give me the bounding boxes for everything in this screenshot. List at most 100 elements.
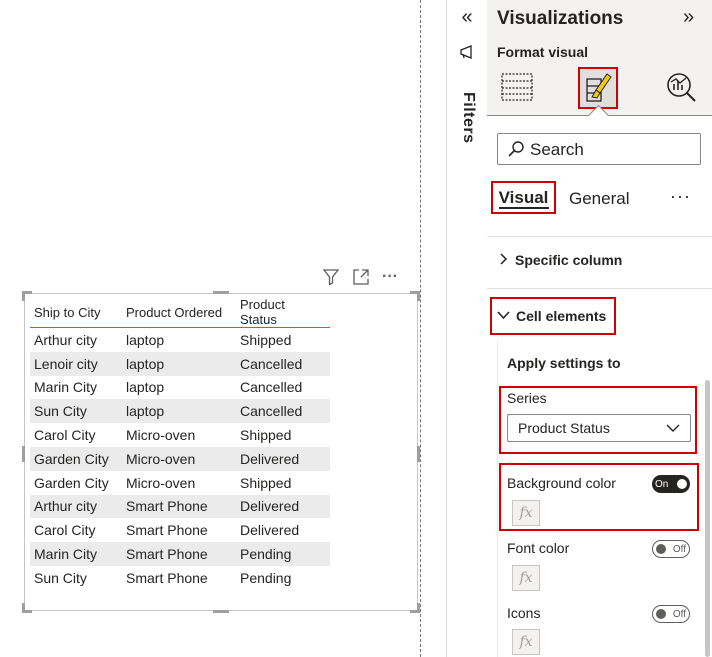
table-cell: Cancelled (240, 379, 303, 396)
chevron-right-icon (497, 252, 509, 268)
canvas-divider (420, 0, 421, 657)
table-cell: Smart Phone (126, 569, 208, 586)
table-cell: Cancelled (236, 399, 330, 424)
toggle-knob (656, 544, 666, 554)
table-cell: Arthur city (30, 494, 122, 519)
font-color-label: Font color (507, 540, 570, 556)
table-cell: Shipped (240, 427, 292, 444)
table-cell: Shipped (240, 474, 292, 491)
pane-title: Visualizations (497, 8, 624, 29)
column-header[interactable]: Product Ordered (122, 297, 236, 328)
more-options-button[interactable]: ··· (670, 186, 691, 207)
filter-icon[interactable] (322, 268, 340, 286)
table-cell: Arthur city (34, 331, 98, 348)
search-icon (507, 140, 525, 163)
table-row[interactable]: Marin City Smart Phone Pending (30, 542, 330, 566)
chevron-down-icon (666, 420, 680, 436)
pane-scrollbar[interactable] (705, 380, 710, 657)
format-visual-label: Format visual (497, 44, 589, 60)
section-label: Specific column (515, 252, 623, 268)
background-color-label: Background color (507, 475, 616, 491)
visual-header: ··· (322, 266, 398, 288)
series-selected-value: Product Status (518, 420, 610, 436)
data-table: Ship to City Product Ordered Product Sta… (30, 297, 330, 590)
table-row[interactable]: Marin City laptop Cancelled (30, 376, 330, 400)
toggle-knob (677, 479, 687, 489)
collapse-filters-icon[interactable]: « (457, 6, 477, 29)
apply-settings-heading: Apply settings to (507, 355, 621, 371)
table-cell: Micro-oven (126, 474, 196, 491)
background-color-toggle[interactable]: On (652, 475, 690, 493)
toggle-knob (656, 609, 666, 619)
table-cell: Marin City (30, 542, 122, 566)
resize-handle[interactable] (22, 291, 25, 301)
table-cell: Delivered (236, 494, 330, 519)
table-row[interactable]: Garden City Micro-oven Shipped (30, 471, 330, 495)
table-row[interactable]: Arthur city laptop Shipped (30, 328, 330, 352)
table-cell: Carol City (34, 427, 96, 444)
section-specific-column[interactable]: Specific column (497, 252, 622, 268)
focus-mode-icon[interactable] (352, 268, 370, 286)
series-dropdown[interactable]: Product Status (507, 414, 691, 442)
table-cell: laptop (126, 331, 165, 348)
table-cell: Smart Phone (122, 542, 236, 566)
table-row[interactable]: Lenoir city laptop Cancelled (30, 351, 330, 376)
table-cell: Marin City (34, 379, 98, 396)
column-header[interactable]: Product Status (236, 297, 330, 328)
resize-handle[interactable] (213, 610, 229, 613)
resize-handle[interactable] (417, 291, 420, 301)
table-cell: Delivered (240, 522, 300, 539)
table-cell: Smart Phone (126, 522, 208, 539)
table-cell: Delivered (236, 446, 330, 471)
megaphone-icon (459, 44, 475, 65)
series-label: Series (507, 390, 547, 406)
toggle-state: Off (672, 543, 686, 555)
divider (487, 288, 712, 289)
table-cell: Micro-oven (126, 427, 196, 444)
more-options-icon[interactable]: ··· (382, 268, 398, 286)
table-row[interactable]: Garden City Micro-oven Delivered (30, 446, 330, 471)
section-cell-elements[interactable]: Cell elements (490, 297, 616, 335)
table-row[interactable]: Carol City Micro-oven Shipped (30, 423, 330, 447)
filters-label[interactable]: Filters (449, 92, 483, 162)
resize-handle[interactable] (417, 446, 420, 462)
resize-handle[interactable] (213, 291, 229, 294)
table-cell: laptop (126, 379, 165, 396)
tab-visual[interactable]: Visual (491, 181, 556, 214)
analytics-icon[interactable] (664, 70, 698, 109)
resize-handle[interactable] (417, 603, 420, 613)
toggle-state: Off (672, 608, 686, 620)
table-cell: Sun City (34, 569, 87, 586)
tab-general[interactable]: General (569, 189, 629, 209)
table-cell: Sun City (30, 399, 122, 424)
table-cell: Lenoir city (30, 351, 122, 376)
font-color-toggle[interactable]: Off (652, 540, 690, 558)
table-cell: Shipped (240, 331, 292, 348)
search-input[interactable] (530, 139, 695, 161)
table-row[interactable]: Carol City Smart Phone Delivered (30, 518, 330, 542)
toggle-state: On (655, 478, 669, 490)
table-cell: laptop (122, 351, 236, 376)
table-row[interactable]: Sun City laptop Cancelled (30, 399, 330, 424)
filters-text: Filters (460, 92, 477, 144)
font-color-fx-button[interactable]: fx (512, 565, 540, 591)
chevron-down-icon (497, 308, 510, 324)
format-visual-tab[interactable] (578, 67, 618, 109)
divider (487, 236, 712, 237)
expand-pane-icon[interactable]: » (683, 6, 694, 29)
section-label: Cell elements (516, 308, 607, 324)
column-header[interactable]: Ship to City (30, 297, 122, 328)
table-cell: Garden City (34, 474, 109, 491)
table-cell: Pending (240, 569, 292, 586)
table-row[interactable]: Sun City Smart Phone Pending (30, 566, 330, 590)
icons-label: Icons (507, 605, 541, 621)
icons-toggle[interactable]: Off (652, 605, 690, 623)
resize-handle[interactable] (22, 446, 25, 462)
build-visual-icon[interactable] (500, 70, 534, 109)
resize-handle[interactable] (22, 603, 25, 613)
table-cell: Garden City (30, 446, 122, 471)
icons-fx-button[interactable]: fx (512, 629, 540, 655)
table-cell: Pending (236, 542, 330, 566)
table-row[interactable]: Arthur city Smart Phone Delivered (30, 494, 330, 519)
background-color-fx-button[interactable]: fx (512, 500, 540, 526)
